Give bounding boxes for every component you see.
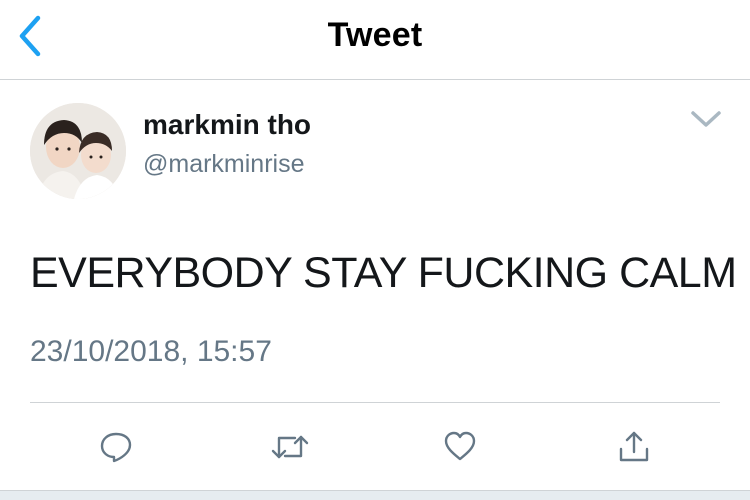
avatar-photo (30, 103, 126, 199)
reply-icon (100, 432, 132, 463)
retweet-icon (271, 435, 309, 459)
share-icon (619, 431, 649, 462)
like-button[interactable] (438, 425, 482, 469)
reply-button[interactable] (94, 425, 138, 469)
tweet-menu-button[interactable] (688, 107, 724, 131)
divider (30, 402, 720, 403)
page-title: Tweet (327, 16, 423, 54)
avatar[interactable] (30, 103, 126, 199)
tweet-timestamp: 23/10/2018, 15:57 (30, 335, 272, 368)
tweet-text: EVERYBODY STAY FUCKING CALM (30, 249, 737, 297)
tweet-detail: markmin tho @markminrise EVERYBODY STAY … (0, 81, 750, 491)
retweet-button[interactable] (268, 425, 312, 469)
tweet-actions (0, 421, 750, 477)
bottom-separator (0, 490, 750, 500)
share-button[interactable] (612, 425, 656, 469)
user-handle[interactable]: @markminrise (143, 150, 305, 179)
navigation-bar: Tweet (0, 0, 750, 80)
heart-icon (444, 431, 476, 461)
display-name[interactable]: markmin tho (143, 109, 311, 141)
chevron-down-icon (691, 111, 721, 127)
